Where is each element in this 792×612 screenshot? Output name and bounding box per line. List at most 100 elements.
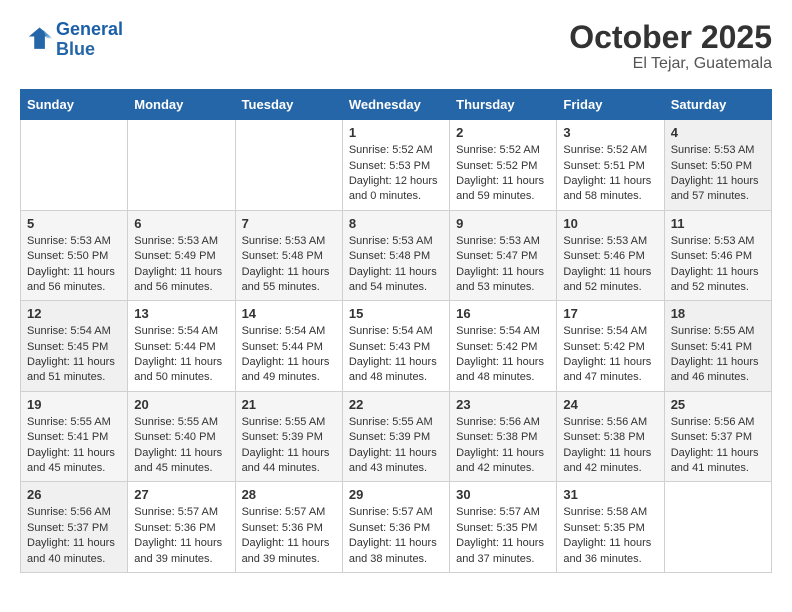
- day-info: Daylight: 11 hours: [563, 265, 657, 280]
- day-info: and 46 minutes.: [671, 370, 765, 385]
- calendar-cell: 10Sunrise: 5:53 AMSunset: 5:46 PMDayligh…: [557, 210, 664, 301]
- day-info: Sunrise: 5:56 AM: [563, 415, 657, 430]
- day-info: and 51 minutes.: [27, 370, 121, 385]
- day-info: Sunrise: 5:54 AM: [563, 324, 657, 339]
- page-header: General Blue October 2025 El Tejar, Guat…: [20, 20, 772, 73]
- calendar-cell: 8Sunrise: 5:53 AMSunset: 5:48 PMDaylight…: [342, 210, 449, 301]
- calendar-cell: [128, 120, 235, 211]
- day-info: Sunset: 5:52 PM: [456, 159, 550, 174]
- day-info: Daylight: 11 hours: [349, 265, 443, 280]
- day-info: Sunset: 5:37 PM: [671, 430, 765, 445]
- title-block: October 2025 El Tejar, Guatemala: [569, 20, 772, 73]
- day-info: Sunrise: 5:56 AM: [671, 415, 765, 430]
- day-number: 16: [456, 306, 550, 321]
- day-number: 12: [27, 306, 121, 321]
- day-info: Daylight: 11 hours: [563, 355, 657, 370]
- day-info: Sunset: 5:47 PM: [456, 249, 550, 264]
- day-info: Daylight: 12 hours: [349, 174, 443, 189]
- day-info: Sunrise: 5:57 AM: [134, 505, 228, 520]
- day-info: Sunrise: 5:54 AM: [456, 324, 550, 339]
- day-info: Sunset: 5:40 PM: [134, 430, 228, 445]
- day-number: 24: [563, 397, 657, 412]
- day-info: Daylight: 11 hours: [456, 174, 550, 189]
- day-number: 21: [242, 397, 336, 412]
- day-info: Sunset: 5:44 PM: [242, 340, 336, 355]
- day-info: Sunset: 5:39 PM: [242, 430, 336, 445]
- calendar-cell: [664, 482, 771, 573]
- calendar-cell: 4Sunrise: 5:53 AMSunset: 5:50 PMDaylight…: [664, 120, 771, 211]
- day-info: Sunset: 5:39 PM: [349, 430, 443, 445]
- day-info: Sunrise: 5:57 AM: [456, 505, 550, 520]
- calendar-week-2: 5Sunrise: 5:53 AMSunset: 5:50 PMDaylight…: [21, 210, 772, 301]
- day-info: Sunset: 5:51 PM: [563, 159, 657, 174]
- calendar-week-4: 19Sunrise: 5:55 AMSunset: 5:41 PMDayligh…: [21, 391, 772, 482]
- day-info: Sunrise: 5:53 AM: [134, 234, 228, 249]
- day-info: Sunrise: 5:54 AM: [27, 324, 121, 339]
- day-info: and 55 minutes.: [242, 280, 336, 295]
- calendar-cell: 31Sunrise: 5:58 AMSunset: 5:35 PMDayligh…: [557, 482, 664, 573]
- day-info: Sunset: 5:36 PM: [349, 521, 443, 536]
- day-info: Daylight: 11 hours: [134, 265, 228, 280]
- day-info: Sunset: 5:38 PM: [456, 430, 550, 445]
- day-info: Sunrise: 5:57 AM: [349, 505, 443, 520]
- day-number: 4: [671, 125, 765, 140]
- day-info: and 37 minutes.: [456, 552, 550, 567]
- calendar-table: SundayMondayTuesdayWednesdayThursdayFrid…: [20, 89, 772, 573]
- day-info: and 43 minutes.: [349, 461, 443, 476]
- calendar-cell: 9Sunrise: 5:53 AMSunset: 5:47 PMDaylight…: [450, 210, 557, 301]
- day-info: Sunset: 5:50 PM: [671, 159, 765, 174]
- day-info: Sunset: 5:38 PM: [563, 430, 657, 445]
- day-number: 19: [27, 397, 121, 412]
- calendar-cell: 5Sunrise: 5:53 AMSunset: 5:50 PMDaylight…: [21, 210, 128, 301]
- day-number: 31: [563, 487, 657, 502]
- day-number: 11: [671, 216, 765, 231]
- day-info: and 56 minutes.: [27, 280, 121, 295]
- calendar-cell: 24 Sunrise: 5:56 AMSunset: 5:38 PMDayligh…: [557, 391, 664, 482]
- calendar-cell: 26Sunrise: 5:56 AMSunset: 5:37 PMDayligh…: [21, 482, 128, 573]
- day-info: and 50 minutes.: [134, 370, 228, 385]
- calendar-cell: 25Sunrise: 5:56 AMSunset: 5:37 PMDayligh…: [664, 391, 771, 482]
- day-info: Sunset: 5:35 PM: [563, 521, 657, 536]
- day-info: Sunrise: 5:52 AM: [563, 143, 657, 158]
- day-info: Sunrise: 5:53 AM: [27, 234, 121, 249]
- day-number: 17: [563, 306, 657, 321]
- calendar-week-1: 1Sunrise: 5:52 AMSunset: 5:53 PMDaylight…: [21, 120, 772, 211]
- day-info: and 41 minutes.: [671, 461, 765, 476]
- day-info: Daylight: 11 hours: [456, 536, 550, 551]
- day-info: Daylight: 11 hours: [27, 446, 121, 461]
- calendar-week-3: 12Sunrise: 5:54 AMSunset: 5:45 PMDayligh…: [21, 301, 772, 392]
- day-info: Sunset: 5:45 PM: [27, 340, 121, 355]
- day-info: Daylight: 11 hours: [349, 355, 443, 370]
- day-info: Daylight: 11 hours: [134, 536, 228, 551]
- day-info: Sunset: 5:49 PM: [134, 249, 228, 264]
- weekday-header-friday: Friday: [557, 90, 664, 120]
- day-number: 15: [349, 306, 443, 321]
- weekday-header-tuesday: Tuesday: [235, 90, 342, 120]
- day-info: and 42 minutes.: [456, 461, 550, 476]
- day-info: Sunset: 5:46 PM: [671, 249, 765, 264]
- day-info: Sunrise: 5:54 AM: [134, 324, 228, 339]
- weekday-header-sunday: Sunday: [21, 90, 128, 120]
- day-info: Sunset: 5:53 PM: [349, 159, 443, 174]
- calendar-cell: 29Sunrise: 5:57 AMSunset: 5:36 PMDayligh…: [342, 482, 449, 573]
- day-info: and 42 minutes.: [563, 461, 657, 476]
- day-info: and 54 minutes.: [349, 280, 443, 295]
- day-info: Daylight: 11 hours: [27, 355, 121, 370]
- day-info: Daylight: 11 hours: [242, 536, 336, 551]
- calendar-cell: [21, 120, 128, 211]
- day-info: and 45 minutes.: [134, 461, 228, 476]
- day-info: and 49 minutes.: [242, 370, 336, 385]
- day-info: Daylight: 11 hours: [563, 446, 657, 461]
- day-info: Daylight: 11 hours: [671, 174, 765, 189]
- calendar-cell: 6Sunrise: 5:53 AMSunset: 5:49 PMDaylight…: [128, 210, 235, 301]
- day-info: Sunset: 5:41 PM: [671, 340, 765, 355]
- day-info: Daylight: 11 hours: [563, 536, 657, 551]
- day-info: Sunrise: 5:53 AM: [242, 234, 336, 249]
- day-info: Daylight: 11 hours: [27, 536, 121, 551]
- calendar-cell: 1Sunrise: 5:52 AMSunset: 5:53 PMDaylight…: [342, 120, 449, 211]
- day-info: Sunset: 5:48 PM: [242, 249, 336, 264]
- day-number: 3: [563, 125, 657, 140]
- calendar-location: El Tejar, Guatemala: [569, 55, 772, 73]
- calendar-cell: 11Sunrise: 5:53 AMSunset: 5:46 PMDayligh…: [664, 210, 771, 301]
- calendar-cell: 15Sunrise: 5:54 AMSunset: 5:43 PMDayligh…: [342, 301, 449, 392]
